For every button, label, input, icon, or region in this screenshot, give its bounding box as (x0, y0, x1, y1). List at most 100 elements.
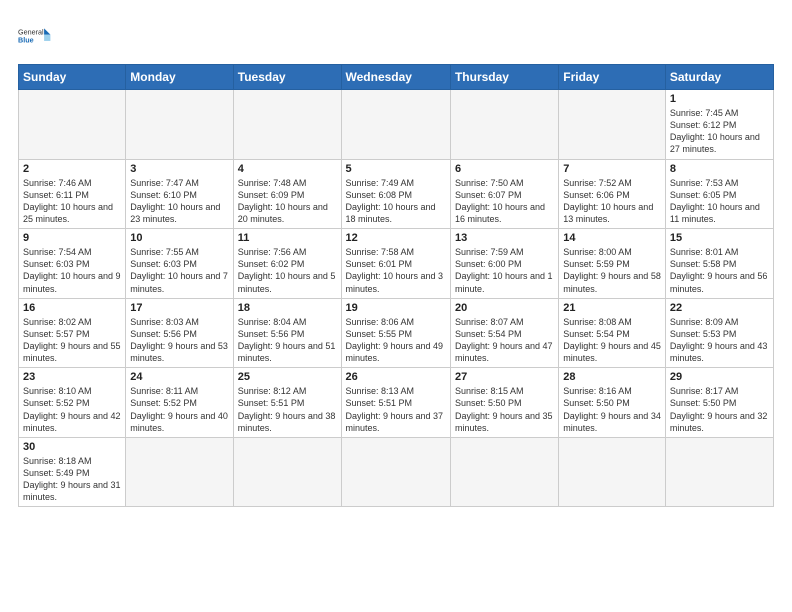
day-number: 23 (23, 371, 121, 383)
day-info: Sunrise: 7:48 AMSunset: 6:09 PMDaylight:… (238, 177, 337, 226)
day-number: 14 (563, 232, 661, 244)
calendar-page: GeneralBlue SundayMondayTuesdayWednesday… (0, 0, 792, 612)
calendar-cell: 1 Sunrise: 7:45 AMSunset: 6:12 PMDaylight… (665, 90, 773, 160)
calendar-cell (233, 437, 341, 507)
day-info: Sunrise: 7:55 AMSunset: 6:03 PMDaylight:… (130, 246, 228, 295)
calendar-cell: 9 Sunrise: 7:54 AMSunset: 6:03 PMDaylight… (19, 229, 126, 299)
day-number: 10 (130, 232, 228, 244)
calendar-cell: 28 Sunrise: 8:16 AMSunset: 5:50 PMDayligh… (559, 368, 666, 438)
day-info: Sunrise: 7:58 AMSunset: 6:01 PMDaylight:… (346, 246, 446, 295)
svg-text:Blue: Blue (18, 36, 34, 45)
calendar-cell: 11 Sunrise: 7:56 AMSunset: 6:02 PMDayligh… (233, 229, 341, 299)
calendar-cell: 26Sunrise: 8:13 AMSunset: 5:51 PMDayligh… (341, 368, 450, 438)
day-number: 26 (346, 371, 446, 383)
calendar-cell: 12 Sunrise: 7:58 AMSunset: 6:01 PMDayligh… (341, 229, 450, 299)
day-number: 2 (23, 163, 121, 175)
day-info: Sunrise: 7:52 AMSunset: 6:06 PMDaylight:… (563, 177, 661, 226)
weekday-header-wednesday: Wednesday (341, 65, 450, 90)
calendar-cell: 13 Sunrise: 7:59 AMSunset: 6:00 PMDayligh… (450, 229, 558, 299)
calendar-cell: 15 Sunrise: 8:01 AMSunset: 5:58 PMDayligh… (665, 229, 773, 299)
day-number: 4 (238, 163, 337, 175)
day-number: 20 (455, 302, 554, 314)
weekday-header-thursday: Thursday (450, 65, 558, 90)
day-number: 24 (130, 371, 228, 383)
calendar-cell: 21Sunrise: 8:08 AMSunset: 5:54 PMDayligh… (559, 298, 666, 368)
day-number: 12 (346, 232, 446, 244)
calendar-cell: 14Sunrise: 8:00 AMSunset: 5:59 PMDayligh… (559, 229, 666, 299)
day-number: 15 (670, 232, 769, 244)
calendar-cell (341, 90, 450, 160)
day-number: 22 (670, 302, 769, 314)
calendar-cell: 19Sunrise: 8:06 AMSunset: 5:55 PMDayligh… (341, 298, 450, 368)
day-number: 21 (563, 302, 661, 314)
calendar-week-5: 23 Sunrise: 8:10 AMSunset: 5:52 PMDayligh… (19, 368, 774, 438)
calendar-table: SundayMondayTuesdayWednesdayThursdayFrid… (18, 64, 774, 507)
day-info: Sunrise: 8:07 AMSunset: 5:54 PMDaylight:… (455, 316, 554, 365)
logo: GeneralBlue (18, 18, 54, 54)
day-info: Sunrise: 8:11 AMSunset: 5:52 PMDaylight:… (130, 385, 228, 434)
calendar-cell (233, 90, 341, 160)
calendar-cell (559, 90, 666, 160)
day-number: 7 (563, 163, 661, 175)
day-number: 28 (563, 371, 661, 383)
weekday-header-monday: Monday (126, 65, 233, 90)
calendar-cell: 25 Sunrise: 8:12 AMSunset: 5:51 PMDayligh… (233, 368, 341, 438)
day-number: 11 (238, 232, 337, 244)
day-info: Sunrise: 7:45 AMSunset: 6:12 PMDaylight:… (670, 107, 769, 156)
calendar-cell (450, 437, 558, 507)
svg-text:General: General (18, 28, 44, 37)
calendar-cell: 10 Sunrise: 7:55 AMSunset: 6:03 PMDayligh… (126, 229, 233, 299)
page-header: GeneralBlue (18, 18, 774, 54)
day-info: Sunrise: 7:54 AMSunset: 6:03 PMDaylight:… (23, 246, 121, 295)
logo-icon: GeneralBlue (18, 18, 54, 54)
calendar-cell: 30Sunrise: 8:18 AMSunset: 5:49 PMDayligh… (19, 437, 126, 507)
day-info: Sunrise: 8:12 AMSunset: 5:51 PMDaylight:… (238, 385, 337, 434)
calendar-cell: 16Sunrise: 8:02 AMSunset: 5:57 PMDayligh… (19, 298, 126, 368)
calendar-cell: 2 Sunrise: 7:46 AMSunset: 6:11 PMDaylight… (19, 159, 126, 229)
calendar-cell: 27Sunrise: 8:15 AMSunset: 5:50 PMDayligh… (450, 368, 558, 438)
calendar-cell: 22 Sunrise: 8:09 AMSunset: 5:53 PMDayligh… (665, 298, 773, 368)
weekday-header-friday: Friday (559, 65, 666, 90)
day-info: Sunrise: 8:04 AMSunset: 5:56 PMDaylight:… (238, 316, 337, 365)
day-info: Sunrise: 8:01 AMSunset: 5:58 PMDaylight:… (670, 246, 769, 295)
calendar-cell: 20 Sunrise: 8:07 AMSunset: 5:54 PMDayligh… (450, 298, 558, 368)
day-number: 6 (455, 163, 554, 175)
calendar-cell (19, 90, 126, 160)
calendar-cell (341, 437, 450, 507)
calendar-cell (559, 437, 666, 507)
day-info: Sunrise: 7:47 AMSunset: 6:10 PMDaylight:… (130, 177, 228, 226)
day-number: 5 (346, 163, 446, 175)
day-info: Sunrise: 8:16 AMSunset: 5:50 PMDaylight:… (563, 385, 661, 434)
day-info: Sunrise: 8:10 AMSunset: 5:52 PMDaylight:… (23, 385, 121, 434)
calendar-cell: 4 Sunrise: 7:48 AMSunset: 6:09 PMDaylight… (233, 159, 341, 229)
calendar-week-2: 2 Sunrise: 7:46 AMSunset: 6:11 PMDaylight… (19, 159, 774, 229)
calendar-cell: 3Sunrise: 7:47 AMSunset: 6:10 PMDaylight… (126, 159, 233, 229)
day-info: Sunrise: 8:02 AMSunset: 5:57 PMDaylight:… (23, 316, 121, 365)
day-number: 25 (238, 371, 337, 383)
calendar-cell: 8Sunrise: 7:53 AMSunset: 6:05 PMDaylight… (665, 159, 773, 229)
weekday-header-tuesday: Tuesday (233, 65, 341, 90)
day-number: 9 (23, 232, 121, 244)
day-info: Sunrise: 8:03 AMSunset: 5:56 PMDaylight:… (130, 316, 228, 365)
calendar-cell: 24 Sunrise: 8:11 AMSunset: 5:52 PMDayligh… (126, 368, 233, 438)
calendar-cell: 6 Sunrise: 7:50 AMSunset: 6:07 PMDaylight… (450, 159, 558, 229)
day-info: Sunrise: 7:50 AMSunset: 6:07 PMDaylight:… (455, 177, 554, 226)
day-number: 19 (346, 302, 446, 314)
calendar-cell (126, 90, 233, 160)
day-number: 1 (670, 93, 769, 105)
weekday-header-row: SundayMondayTuesdayWednesdayThursdayFrid… (19, 65, 774, 90)
day-number: 17 (130, 302, 228, 314)
calendar-cell: 17 Sunrise: 8:03 AMSunset: 5:56 PMDayligh… (126, 298, 233, 368)
day-info: Sunrise: 8:09 AMSunset: 5:53 PMDaylight:… (670, 316, 769, 365)
calendar-cell: 23 Sunrise: 8:10 AMSunset: 5:52 PMDayligh… (19, 368, 126, 438)
day-info: Sunrise: 7:46 AMSunset: 6:11 PMDaylight:… (23, 177, 121, 226)
day-info: Sunrise: 7:59 AMSunset: 6:00 PMDaylight:… (455, 246, 554, 295)
day-number: 8 (670, 163, 769, 175)
calendar-cell (450, 90, 558, 160)
day-number: 13 (455, 232, 554, 244)
day-info: Sunrise: 8:15 AMSunset: 5:50 PMDaylight:… (455, 385, 554, 434)
calendar-cell (665, 437, 773, 507)
calendar-cell: 29Sunrise: 8:17 AMSunset: 5:50 PMDayligh… (665, 368, 773, 438)
day-number: 18 (238, 302, 337, 314)
day-info: Sunrise: 7:56 AMSunset: 6:02 PMDaylight:… (238, 246, 337, 295)
